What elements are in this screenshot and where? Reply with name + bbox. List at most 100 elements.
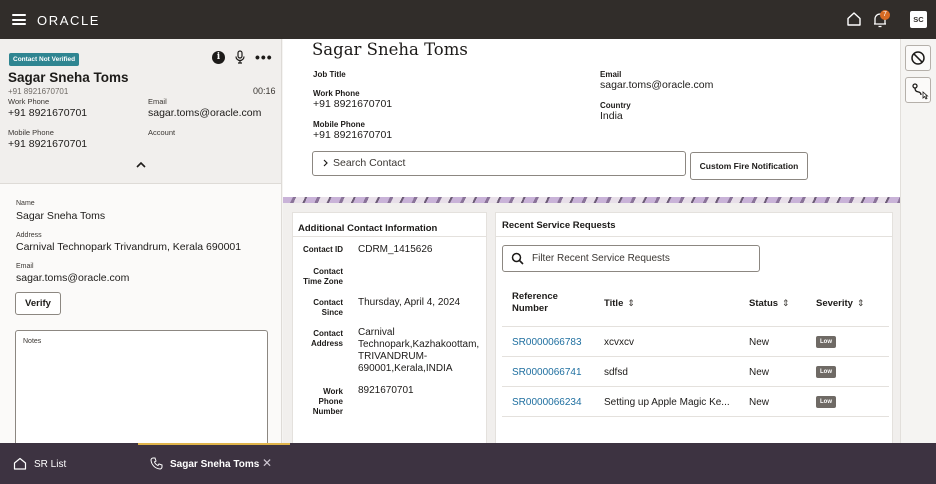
contact-address-label-line: Contact: [313, 329, 343, 338]
time-zone-label-line: Time Zone: [303, 277, 343, 286]
info-icon[interactable]: i: [212, 51, 225, 64]
table-row-divider: [502, 326, 889, 327]
more-options-icon[interactable]: •••: [255, 49, 273, 65]
header-mobile-phone-label: Mobile Phone: [313, 120, 365, 129]
sr-reference-link[interactable]: SR0000066741: [512, 367, 582, 378]
country-value: India: [600, 110, 623, 122]
work-phone-number-value: 8921670701: [358, 385, 414, 396]
email-label: Email: [148, 97, 167, 106]
contact-since-value: Thursday, April 4, 2024: [358, 297, 461, 308]
contact-status-badge: Contact Not Verified: [9, 53, 80, 66]
time-zone-label-line: Contact: [313, 267, 343, 276]
sr-status: New: [749, 337, 770, 348]
column-header-label: Status: [749, 298, 779, 309]
tab-sr-list[interactable]: SR List: [34, 459, 66, 470]
column-header-line: Reference: [512, 291, 558, 302]
column-header-title[interactable]: Title ⇕: [604, 297, 635, 310]
route-button[interactable]: [905, 77, 931, 103]
column-header-status[interactable]: Status ⇕: [749, 297, 790, 310]
header-mobile-phone-value: +91 8921670701: [313, 129, 393, 141]
contact-address-value: Carnival Technopark,Kazhakoottam, TRIVAN…: [358, 327, 488, 375]
bottom-tab-bar: [0, 443, 936, 484]
email-value: sagar.toms@oracle.com: [148, 107, 262, 119]
details-email-value: sagar.toms@oracle.com: [16, 272, 130, 284]
sr-reference-link[interactable]: SR0000066783: [512, 337, 582, 348]
contact-id-value: CDRM_1415626: [358, 244, 433, 255]
block-icon: [911, 51, 925, 65]
sort-icon[interactable]: ⇕: [627, 298, 635, 308]
column-header-label: Severity: [816, 298, 853, 309]
header-email-value: sagar.toms@oracle.com: [600, 79, 714, 91]
name-value: Sagar Sneha Toms: [16, 210, 106, 222]
severity-badge: Low: [816, 366, 836, 378]
contact-id-label: Contact ID: [303, 245, 343, 254]
active-tab-indicator: [138, 443, 290, 445]
sr-title: xcvxcv: [604, 337, 634, 348]
home-icon[interactable]: [846, 11, 862, 27]
tab-contact[interactable]: Sagar Sneha Toms: [170, 459, 259, 470]
verify-button[interactable]: Verify: [15, 292, 61, 315]
address-label: Address: [16, 232, 42, 239]
user-avatar[interactable]: SC: [910, 11, 927, 28]
work-phone-label-line: Number: [312, 407, 343, 416]
address-value: Carnival Technopark Trivandrum, Kerala 6…: [16, 241, 242, 253]
work-phone-label-line: Work: [323, 387, 343, 396]
contact-since-label: Contact Since: [283, 298, 343, 318]
country-label: Country: [600, 101, 631, 110]
additional-info-title: Additional Contact Information: [298, 223, 438, 234]
search-contact-placeholder: Search Contact: [333, 157, 406, 169]
sort-icon[interactable]: ⇕: [782, 298, 790, 308]
contact-since-label-line: Contact: [313, 298, 343, 307]
mobile-phone-value: +91 8921670701: [8, 138, 88, 150]
search-icon: [511, 252, 524, 265]
table-row-divider: [502, 356, 889, 357]
microphone-icon[interactable]: [234, 50, 246, 64]
custom-fire-notification-button[interactable]: Custom Fire Notification: [690, 152, 808, 180]
sr-reference-link[interactable]: SR0000066234: [512, 397, 582, 408]
notification-count-badge: 7: [880, 10, 890, 20]
close-tab-icon[interactable]: ✕: [262, 457, 272, 469]
recent-sr-title: Recent Service Requests: [502, 220, 616, 231]
address-line: Technopark,Kazhakoottam,: [358, 339, 480, 350]
header-email-label: Email: [600, 70, 622, 79]
column-header-label: Title: [604, 298, 624, 309]
contact-address-label-line: Address: [310, 339, 343, 348]
contact-since-label-line: Since: [321, 308, 343, 317]
divider: [293, 236, 486, 237]
notes-textarea[interactable]: [15, 330, 268, 443]
mobile-phone-label: Mobile Phone: [8, 128, 54, 137]
block-button[interactable]: [905, 45, 931, 71]
sr-status: New: [749, 397, 770, 408]
hamburger-menu-icon[interactable]: [12, 14, 26, 25]
sr-title: Setting up Apple Magic Ke...: [604, 397, 730, 408]
top-bar: [0, 0, 936, 39]
sr-title: sdfsd: [604, 367, 628, 378]
address-line: 690001,Kerala,INDIA: [358, 363, 453, 374]
table-row-divider: [502, 386, 889, 387]
caller-name: Sagar Sneha Toms: [8, 70, 129, 85]
filter-service-requests-placeholder: Filter Recent Service Requests: [532, 253, 670, 264]
work-phone-value: +91 8921670701: [8, 107, 88, 119]
severity-badge: Low: [816, 336, 836, 348]
notes-label: Notes: [23, 338, 42, 345]
table-row-divider: [502, 416, 889, 417]
column-header-severity[interactable]: Severity ⇕: [816, 297, 865, 310]
divider: [496, 236, 892, 237]
severity-badge: Low: [816, 396, 836, 408]
work-phone-label: Work Phone: [8, 97, 50, 106]
sort-icon[interactable]: ⇕: [857, 298, 865, 308]
contact-address-label: Contact Address: [283, 329, 343, 349]
chevron-up-icon[interactable]: [135, 160, 147, 170]
address-line: TRIVANDRUM-: [358, 351, 428, 362]
chevron-right-icon: [323, 159, 328, 167]
work-phone-number-label: Work Phone Number: [283, 387, 343, 417]
account-label: Account: [148, 128, 176, 137]
time-zone-label: Contact Time Zone: [283, 267, 343, 287]
oracle-logo: ORACLE: [37, 13, 101, 28]
column-header-line: Number: [512, 303, 548, 314]
header-work-phone-value: +91 8921670701: [313, 98, 393, 110]
job-title-label: Job Title: [313, 70, 346, 79]
column-header-reference-number[interactable]: Reference Number: [512, 291, 558, 315]
phone-icon: [150, 457, 163, 470]
home-icon[interactable]: [13, 457, 27, 470]
